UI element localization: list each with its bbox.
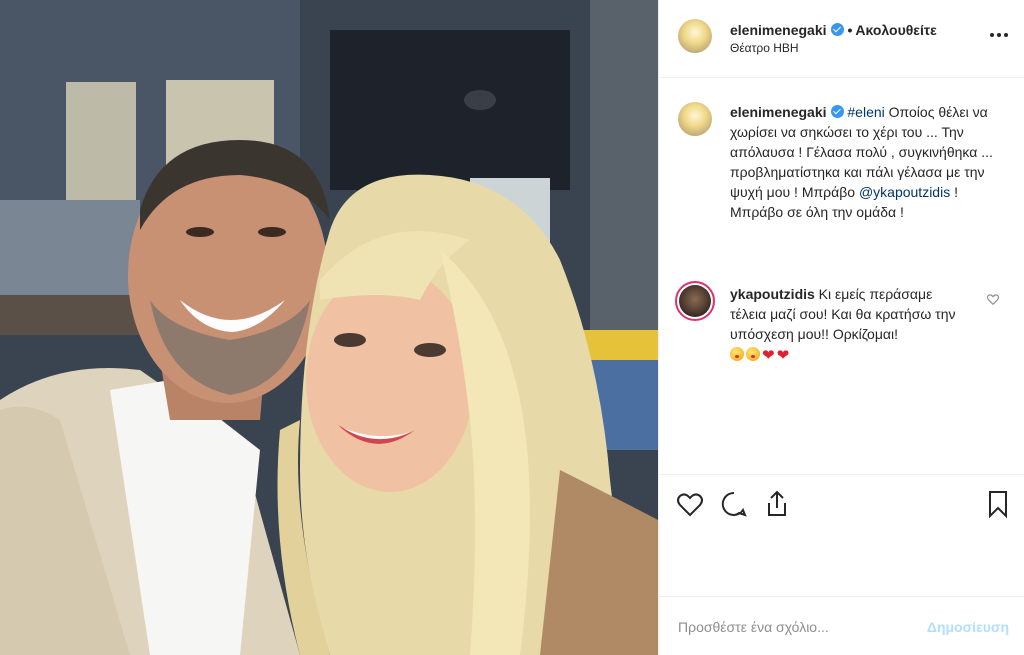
- verified-badge-icon: [830, 105, 844, 118]
- post-location[interactable]: Θέατρο ΗΒΗ: [730, 41, 799, 55]
- separator-dot: •: [847, 22, 853, 38]
- bookmark-icon[interactable]: [983, 489, 1013, 519]
- author-avatar[interactable]: [678, 19, 712, 53]
- comment-text: ykapoutzidis Κι εμείς περάσαμε τέλεια μα…: [730, 284, 970, 366]
- comment-input[interactable]: [678, 615, 918, 639]
- verified-badge-icon: [830, 23, 844, 36]
- mention-link[interactable]: @ykapoutzidis: [859, 184, 950, 200]
- action-bar: [659, 474, 1024, 596]
- share-icon[interactable]: [762, 489, 792, 519]
- like-heart-icon[interactable]: [675, 489, 705, 519]
- post-comment-button[interactable]: Δημοσίευση: [927, 619, 1009, 635]
- commenter-avatar[interactable]: [675, 281, 715, 321]
- add-comment-bar: Δημοσίευση: [659, 596, 1024, 655]
- header-user-line: elenimenegaki • Ακολουθείτε: [730, 22, 937, 38]
- post-side-panel: elenimenegaki • Ακολουθείτε Θέατρο ΗΒΗ ele…: [658, 0, 1024, 655]
- following-button[interactable]: Ακολουθείτε: [855, 22, 936, 38]
- face-blowing-kiss-icon: [730, 347, 744, 361]
- commenter-username[interactable]: ykapoutzidis: [730, 286, 815, 302]
- red-heart-icon: ❤: [776, 347, 790, 364]
- author-username[interactable]: elenimenegaki: [730, 22, 827, 38]
- caption-text: elenimenegaki #eleni Οποίος θέλει να χωρ…: [730, 102, 1002, 222]
- hashtag-link[interactable]: #eleni: [847, 104, 884, 120]
- selfie-illustration: [0, 0, 658, 655]
- caption-author-avatar[interactable]: [678, 102, 712, 136]
- instagram-post: elenimenegaki • Ακολουθείτε Θέατρο ΗΒΗ ele…: [0, 0, 1024, 655]
- comment-bubble-icon[interactable]: [719, 489, 749, 519]
- post-photo[interactable]: [0, 0, 658, 655]
- comments-list: elenimenegaki #eleni Οποίος θέλει να χωρ…: [659, 78, 1024, 474]
- caption-username[interactable]: elenimenegaki: [730, 104, 827, 120]
- face-blowing-kiss-icon: [746, 347, 760, 361]
- post-header: elenimenegaki • Ακολουθείτε Θέατρο ΗΒΗ: [659, 0, 1024, 78]
- more-options-icon[interactable]: [989, 28, 1009, 44]
- red-heart-icon: ❤: [762, 347, 775, 364]
- comment-like-heart-icon[interactable]: [986, 292, 1000, 306]
